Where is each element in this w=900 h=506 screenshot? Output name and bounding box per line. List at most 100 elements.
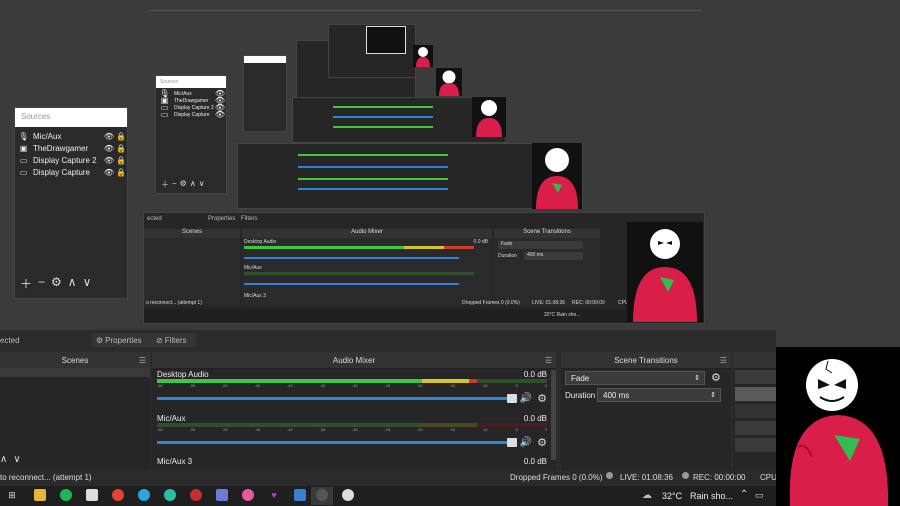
visibility-eye-icon[interactable]: 👁 — [103, 132, 115, 141]
task-view-icon[interactable]: ⊞ — [6, 489, 18, 501]
lock-icon[interactable]: 🔒 — [115, 144, 127, 153]
lock-icon[interactable]: 🔒 — [115, 168, 127, 177]
obs-studio-icon[interactable] — [316, 489, 328, 501]
nested-sources-toolbar: ＋ − ⚙ ∧ ∨ — [161, 179, 205, 189]
lock-icon[interactable]: 🔒 — [115, 132, 127, 141]
transition-select[interactable]: Fade ⇕ — [565, 371, 705, 385]
live-time: LIVE: 01:08:36 — [620, 473, 673, 482]
source-item-thedrawgamer[interactable]: ▣ TheDrawgamer 👁 🔒 — [15, 142, 127, 154]
level-meter — [157, 423, 547, 427]
control-button[interactable] — [735, 421, 776, 435]
duration-input[interactable]: 400 ms ⇕ — [597, 388, 721, 402]
lock-icon[interactable]: 🔒 — [115, 156, 127, 165]
chrome-icon[interactable] — [112, 489, 124, 501]
gear-icon[interactable]: ⚙ — [537, 436, 547, 449]
scenes-title: Scenes — [61, 355, 89, 365]
panel-menu-icon[interactable]: ☰ — [545, 356, 552, 365]
mixer-channel-desktop-audio: Desktop Audio 0.0 dB -60 -55 -50 -45 -40 -35-… — [157, 370, 547, 405]
sources-panel: Sources 🎙 Mic/Aux 👁 🔒 ▣ TheDrawgamer 👁 🔒… — [14, 107, 128, 299]
source-item-mic-aux[interactable]: 🎙 Mic/Aux 👁 🔒 — [15, 130, 127, 142]
rec-time: REC: 00:00:00 — [693, 473, 746, 482]
obs-icon[interactable] — [190, 489, 202, 501]
volume-slider[interactable] — [157, 437, 517, 447]
file-explorer-icon[interactable] — [34, 489, 46, 501]
remove-icon[interactable]: − — [38, 275, 45, 292]
tab-filters[interactable]: ⊘ Filters — [152, 333, 196, 347]
tab-selected[interactable]: ected — [0, 333, 20, 347]
scene-transitions-panel: Scene Transitions ☰ Fade ⇕ ⚙ Duration 40… — [561, 352, 731, 470]
move-down-icon[interactable]: ∨ — [13, 454, 20, 465]
source-item-display-capture[interactable]: ▭ Display Capture 👁 🔒 — [15, 166, 127, 178]
speaker-icon[interactable]: 🔊 — [520, 393, 532, 404]
channel-name: Desktop Audio — [157, 370, 209, 379]
scene-list-item[interactable] — [0, 368, 150, 377]
mixer-channel-mic-aux: Mic/Aux 0.0 dB -60 -55 -50 -45 -40 -35 -30 -25-… — [157, 414, 547, 449]
avatar-image-main — [776, 347, 900, 506]
avatar-image-xl — [627, 222, 703, 322]
nested-scenes-title: Scenes — [144, 229, 240, 238]
microphone-icon: 🎙 — [18, 131, 29, 141]
speaker-icon[interactable]: 🔊 — [520, 437, 532, 448]
spinner-arrows-icon: ⇕ — [710, 392, 716, 399]
add-icon[interactable]: ＋ — [20, 275, 32, 292]
nested-sources-panel-tiny — [243, 55, 287, 132]
move-up-icon[interactable]: ∧ — [68, 275, 77, 292]
control-button[interactable] — [735, 370, 776, 384]
telegram-icon[interactable] — [138, 489, 150, 501]
duration-label: Duration — [565, 391, 596, 400]
nested-mixer-title: Audio Mixer — [242, 229, 492, 238]
spotify-icon[interactable] — [60, 489, 72, 501]
tray-chevron-icon[interactable]: ⌃ — [740, 489, 748, 500]
control-button[interactable] — [735, 387, 776, 401]
avatar-image-sm — [436, 68, 462, 96]
volume-slider-handle[interactable] — [506, 393, 517, 403]
channel-name: Mic/Aux — [157, 414, 186, 423]
weather-temp[interactable]: 32°C — [662, 491, 682, 501]
nested-sources-title: Sources — [156, 76, 226, 88]
control-button[interactable] — [735, 438, 776, 452]
gear-icon[interactable]: ⚙ — [51, 275, 62, 292]
dropped-frames: Dropped Frames 0 (0.0%) — [510, 473, 603, 482]
controls-panel — [733, 352, 776, 470]
scene-transitions-header: Scene Transitions ☰ — [561, 352, 731, 369]
channel-db: 0.0 dB — [523, 370, 547, 379]
mixer-channel-mic-aux-3: Mic/Aux 3 0.0 dB — [157, 457, 547, 466]
nested-obs-screenshot-1: ected Properties Filters Scenes Audio Mi… — [143, 212, 705, 324]
visibility-eye-icon[interactable]: 👁 — [103, 156, 115, 165]
game-icon[interactable] — [342, 489, 354, 501]
source-item-display-capture-2[interactable]: ▭ Display Capture 2 👁 🔒 — [15, 154, 127, 166]
volume-slider[interactable] — [157, 393, 517, 403]
audio-mixer-panel: Audio Mixer ☰ Desktop Audio 0.0 dB -60 -5… — [152, 352, 556, 470]
monitor-icon: ▭ — [160, 110, 169, 119]
status-bar: to reconnect... (attempt 1) Dropped Fram… — [0, 470, 779, 486]
calculator-icon[interactable] — [86, 489, 98, 501]
edge-icon[interactable] — [164, 489, 176, 501]
panel-menu-icon[interactable]: ☰ — [139, 356, 146, 365]
controls-header — [733, 352, 776, 369]
sources-title: Sources — [15, 108, 127, 127]
drop-app-icon[interactable] — [242, 489, 254, 501]
monitor-icon: ▭ — [19, 167, 28, 177]
weather-description[interactable]: Rain sho... — [690, 491, 733, 501]
volume-slider-handle[interactable] — [506, 437, 517, 447]
nested-tabs: ected Properties Filters — [147, 216, 258, 222]
battery-icon[interactable]: ▭ — [755, 490, 764, 501]
visibility-eye-icon[interactable]: 👁 — [103, 168, 115, 177]
gear-icon[interactable]: ⚙ — [711, 371, 721, 384]
mixer-scrollbar[interactable] — [551, 370, 556, 460]
heart-app-icon[interactable]: ♥ — [268, 489, 280, 501]
move-down-icon[interactable]: ∨ — [83, 275, 92, 292]
panel-menu-icon[interactable]: ☰ — [720, 356, 727, 365]
gear-icon: ⚙ — [96, 335, 104, 345]
move-up-icon[interactable]: ∧ — [0, 454, 7, 465]
scenes-panel: Scenes ☰ ∧ ∨ — [0, 352, 150, 470]
paint-icon[interactable] — [216, 489, 228, 501]
control-button[interactable] — [735, 404, 776, 418]
tab-properties[interactable]: ⚙ Properties — [92, 333, 154, 347]
media-icon[interactable] — [294, 489, 306, 501]
scenes-header: Scenes ☰ — [0, 352, 150, 369]
avatar-image-xs — [413, 45, 433, 67]
visibility-eye-icon[interactable]: 👁 — [103, 144, 115, 153]
gear-icon[interactable]: ⚙ — [537, 392, 547, 405]
audio-mixer-title: Audio Mixer — [332, 355, 376, 365]
